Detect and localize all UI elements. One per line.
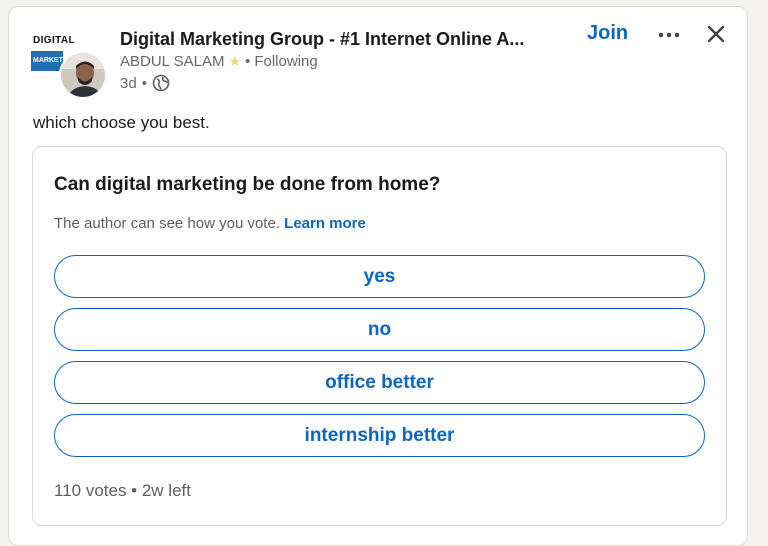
author-avatar[interactable] xyxy=(59,51,107,99)
author-line: ABDUL SALAM ★ • Following xyxy=(120,53,318,70)
post-avatar-group[interactable]: DIGITAL MARKETING xyxy=(31,29,115,107)
post-meta: 3d • xyxy=(120,74,170,92)
group-logo-banner: MARKETING xyxy=(31,51,63,71)
author-name[interactable]: ABDUL SALAM xyxy=(120,53,224,70)
globe-icon xyxy=(152,74,170,92)
poll-option-no[interactable]: no xyxy=(54,308,705,351)
poll-notice: The author can see how you vote. Learn m… xyxy=(54,215,366,232)
post-age[interactable]: 3d xyxy=(120,75,137,92)
post-card: DIGITAL MARKETING Digital Marketing Grou… xyxy=(8,6,748,546)
learn-more-link[interactable]: Learn more xyxy=(284,215,366,232)
separator-dot: • xyxy=(141,74,147,92)
join-button[interactable]: Join xyxy=(587,22,628,45)
group-logo-text: DIGITAL xyxy=(33,35,76,46)
group-name[interactable]: Digital Marketing Group - #1 Internet On… xyxy=(120,29,560,50)
poll-option-office-better[interactable]: office better xyxy=(54,361,705,404)
poll-notice-text: The author can see how you vote. xyxy=(54,215,280,232)
close-icon[interactable] xyxy=(703,21,729,47)
ellipsis-icon[interactable] xyxy=(657,25,681,45)
poll-option-internship-better[interactable]: internship better xyxy=(54,414,705,457)
poll-card: Can digital marketing be done from home?… xyxy=(32,146,727,526)
star-icon: ★ xyxy=(228,53,242,69)
poll-question: Can digital marketing be done from home? xyxy=(54,174,441,195)
poll-footer: 110 votes • 2w left xyxy=(54,481,191,500)
separator-dot: • xyxy=(245,53,251,70)
post-text: which choose you best. xyxy=(33,113,210,132)
poll-option-yes[interactable]: yes xyxy=(54,255,705,298)
follow-status: Following xyxy=(254,53,318,70)
